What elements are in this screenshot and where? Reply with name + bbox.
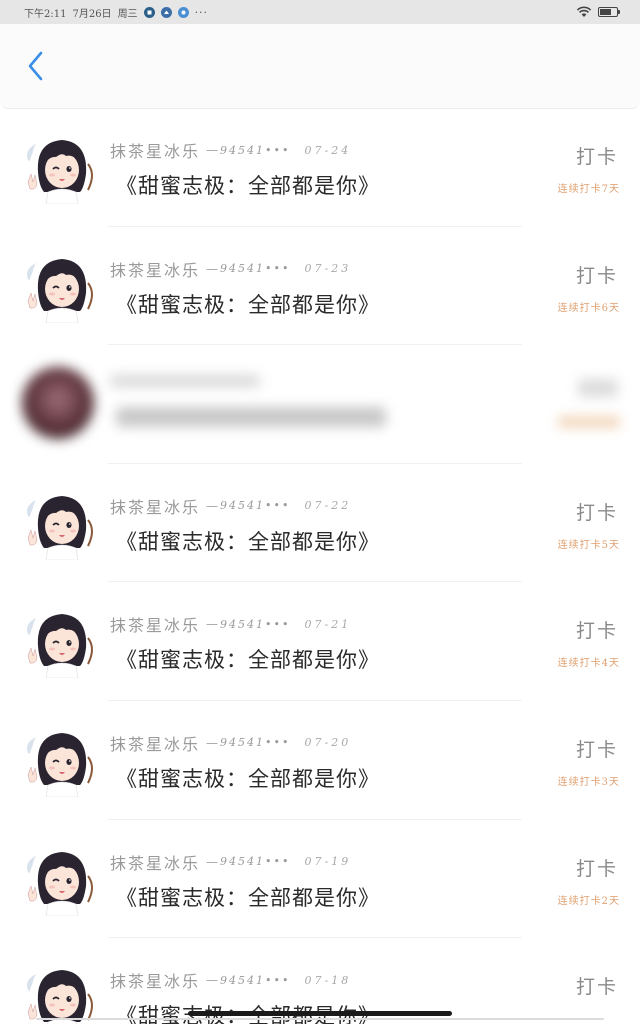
blurred-streak bbox=[558, 417, 620, 428]
user-id: 94541••• bbox=[220, 973, 291, 987]
streak-label: 连续打卡4天 bbox=[557, 658, 620, 670]
checkin-button[interactable]: 打卡 bbox=[576, 498, 618, 525]
status-date: 7月26日 bbox=[72, 8, 112, 20]
record-title: 《甜蜜志极：全部都是你》 bbox=[116, 648, 380, 673]
record-date: 07-22 bbox=[304, 499, 352, 513]
record-title: 《甜蜜志极：全部都是你》 bbox=[116, 292, 380, 317]
user-id: 94541••• bbox=[220, 855, 291, 869]
chevron-left-icon bbox=[28, 51, 43, 81]
user-id: 94541••• bbox=[220, 736, 291, 750]
checkin-button[interactable]: 打卡 bbox=[576, 735, 618, 762]
checkin-button[interactable]: 打卡 bbox=[576, 616, 618, 643]
checkin-button[interactable]: 打卡 bbox=[576, 261, 618, 288]
record-meta: 抹茶星冰乐 —94541••• 07-21 bbox=[110, 612, 351, 636]
record-meta: 抹茶星冰乐 —94541••• 07-19 bbox=[110, 850, 351, 874]
avatar[interactable] bbox=[22, 130, 96, 205]
record-date: 07-19 bbox=[304, 855, 352, 869]
checkin-button[interactable]: 打卡 bbox=[576, 972, 618, 999]
avatar[interactable] bbox=[22, 723, 96, 798]
username: 抹茶星冰乐 bbox=[110, 972, 201, 992]
back-button[interactable] bbox=[18, 48, 54, 84]
status-time: 下午2:11 bbox=[24, 8, 67, 20]
battery-fill bbox=[600, 9, 612, 15]
user-id: 94541••• bbox=[220, 617, 291, 631]
bottom-edge bbox=[36, 1018, 604, 1020]
status-more: ··· bbox=[194, 5, 209, 19]
username: 抹茶星冰乐 bbox=[110, 734, 201, 754]
status-bar: 下午2:11 7月26日 周三 ··· bbox=[0, 0, 640, 24]
blurred-meta bbox=[110, 375, 260, 388]
avatar[interactable] bbox=[22, 604, 96, 679]
user-id: 94541••• bbox=[220, 262, 291, 276]
separator: — bbox=[206, 735, 219, 750]
battery-icon bbox=[598, 7, 620, 17]
checkin-button[interactable]: 打卡 bbox=[576, 854, 618, 881]
blurred-avatar bbox=[22, 367, 94, 440]
app-header bbox=[0, 24, 640, 109]
avatar[interactable] bbox=[22, 842, 96, 916]
separator: — bbox=[206, 143, 219, 157]
streak-label: 连续打卡2天 bbox=[557, 895, 620, 907]
record-meta: 抹茶星冰乐 —94541••• 07-22 bbox=[110, 494, 351, 518]
record-meta: 抹茶星冰乐 —94541••• 07-23 bbox=[110, 257, 351, 281]
record-title: 《甜蜜志极：全部都是你》 bbox=[116, 766, 380, 791]
username: 抹茶星冰乐 bbox=[110, 616, 201, 636]
separator: — bbox=[206, 854, 219, 869]
status-right bbox=[576, 0, 620, 24]
record-row-blurred[interactable] bbox=[0, 345, 640, 464]
avatar[interactable] bbox=[22, 960, 96, 1024]
separator: — bbox=[206, 973, 219, 988]
checkin-button[interactable]: 打卡 bbox=[576, 142, 618, 169]
status-left: 下午2:11 7月26日 周三 ··· bbox=[0, 5, 208, 20]
separator: — bbox=[206, 261, 219, 276]
record-row[interactable]: 抹茶星冰乐 —94541••• 07-23 《甜蜜志极：全部都是你》 打卡连续打卡6天 bbox=[0, 227, 640, 346]
app-icon-1 bbox=[143, 6, 155, 18]
status-weekday: 周三 bbox=[117, 8, 138, 20]
app-icon-2 bbox=[160, 6, 172, 18]
home-indicator[interactable] bbox=[188, 1011, 452, 1016]
record-row[interactable]: 抹茶星冰乐 —94541••• 07-21 《甜蜜志极：全部都是你》 打卡连续打卡4天 bbox=[0, 582, 640, 701]
username: 抹茶星冰乐 bbox=[110, 260, 201, 280]
record-row[interactable]: 抹茶星冰乐 —94541••• 07-20 《甜蜜志极：全部都是你》 打卡连续打卡3天 bbox=[0, 701, 640, 820]
wifi-icon bbox=[576, 6, 592, 17]
streak-label: 连续打卡5天 bbox=[557, 539, 620, 551]
record-title: 《甜蜜志极：全部都是你》 bbox=[116, 174, 380, 198]
avatar[interactable] bbox=[22, 486, 96, 561]
record-date: 07-24 bbox=[304, 143, 352, 157]
app-icon-3 bbox=[177, 6, 189, 18]
username: 抹茶星冰乐 bbox=[110, 142, 201, 161]
record-meta: 抹茶星冰乐 —94541••• 07-24 bbox=[110, 138, 351, 162]
record-row[interactable]: 抹茶星冰乐 —94541••• 07-19 《甜蜜志极：全部都是你》 打卡连续打卡2天 bbox=[0, 820, 640, 939]
record-date: 07-21 bbox=[304, 617, 352, 631]
record-meta: 抹茶星冰乐 —94541••• 07-18 bbox=[110, 968, 351, 992]
user-id: 94541••• bbox=[220, 143, 291, 157]
record-meta: 抹茶星冰乐 —94541••• 07-20 bbox=[110, 731, 351, 755]
separator: — bbox=[206, 498, 219, 513]
user-id: 94541••• bbox=[220, 499, 291, 513]
streak-label: 连续打卡7天 bbox=[557, 184, 620, 195]
blurred-action bbox=[578, 379, 618, 398]
record-row[interactable]: 抹茶星冰乐 —94541••• 07-24 《甜蜜志极：全部都是你》 打卡连续打卡7天 bbox=[0, 108, 640, 227]
record-title: 《甜蜜志极：全部都是你》 bbox=[116, 529, 380, 554]
record-date: 07-23 bbox=[304, 262, 352, 276]
streak-label: 连续打卡3天 bbox=[557, 776, 620, 788]
streak-label: 连续打卡6天 bbox=[557, 302, 620, 314]
record-date: 07-18 bbox=[304, 973, 352, 987]
username: 抹茶星冰乐 bbox=[110, 853, 201, 873]
separator: — bbox=[206, 617, 219, 632]
username: 抹茶星冰乐 bbox=[110, 497, 201, 517]
record-title: 《甜蜜志极：全部都是你》 bbox=[116, 885, 380, 910]
record-row[interactable]: 抹茶星冰乐 —94541••• 07-22 《甜蜜志极：全部都是你》 打卡连续打卡5天 bbox=[0, 464, 640, 583]
checkin-record-list[interactable]: 抹茶星冰乐 —94541••• 07-24 《甜蜜志极：全部都是你》 打卡 连续打卡7天 … bbox=[0, 108, 640, 1024]
record-date: 07-20 bbox=[304, 736, 352, 750]
blurred-title bbox=[116, 407, 386, 428]
avatar[interactable] bbox=[22, 249, 96, 323]
